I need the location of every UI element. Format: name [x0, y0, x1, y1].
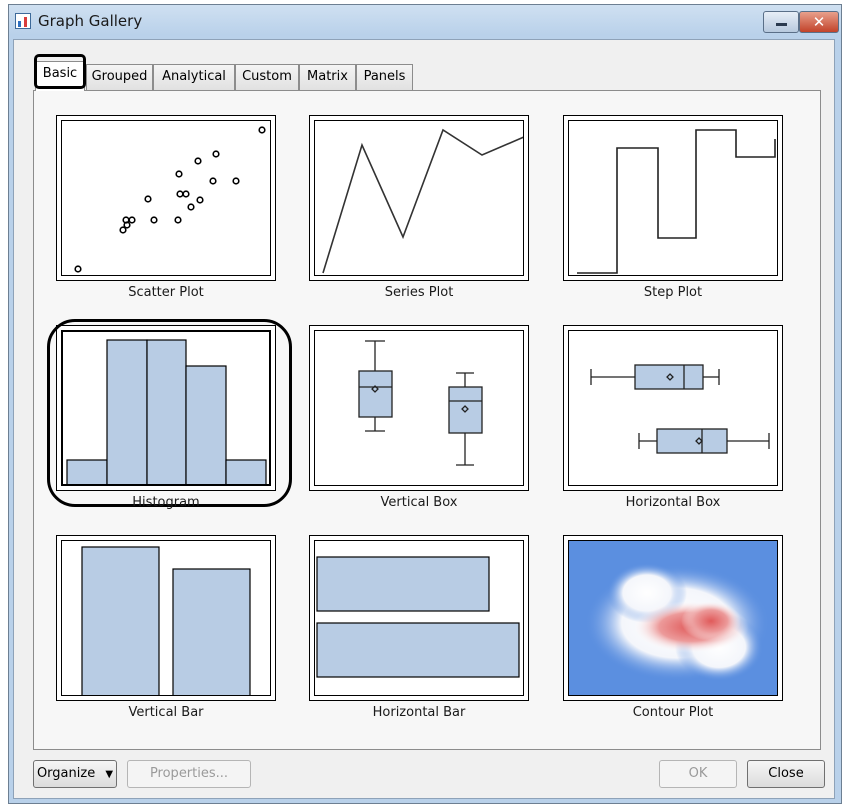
histogram-label: Histogram	[132, 495, 200, 510]
close-window-button[interactable]: ✕	[799, 11, 839, 33]
organize-button-label: Organize	[36, 766, 96, 781]
scatter-plot-thumbnail	[74, 126, 266, 273]
tab-panels[interactable]: Panels	[356, 64, 413, 90]
minimize-icon	[776, 23, 787, 26]
horizontal-bar-thumbnail	[316, 556, 520, 678]
horizontal-box-label: Horizontal Box	[625, 495, 721, 510]
vertical-bar-thumbnail	[81, 546, 251, 695]
gallery-item-scatter-plot[interactable]	[56, 115, 276, 281]
contour-plot-thumbnail	[569, 541, 777, 695]
tab-highlight-annotation	[34, 54, 86, 89]
horizontal-box-thumbnail	[590, 364, 770, 454]
window-title: Graph Gallery	[38, 12, 143, 30]
graph-gallery-app-icon	[15, 13, 31, 29]
vertical-box-thumbnail	[358, 340, 483, 466]
gallery-item-vertical-bar[interactable]	[56, 535, 276, 701]
graph-gallery-window: Graph Gallery ✕ Basic Grouped Analytical…	[8, 4, 842, 804]
title-bar: Graph Gallery ✕	[9, 5, 841, 39]
tab-analytical[interactable]: Analytical	[153, 64, 235, 90]
gallery-item-horizontal-box[interactable]	[563, 325, 783, 491]
series-plot-thumbnail	[322, 128, 523, 274]
properties-button[interactable]: Properties...	[127, 760, 251, 788]
tab-matrix[interactable]: Matrix	[299, 64, 356, 90]
dropdown-arrow-icon: ▼	[105, 769, 114, 780]
histogram-highlight-annotation	[47, 319, 292, 507]
close-button[interactable]: Close	[747, 760, 825, 788]
gallery-item-step-plot[interactable]	[563, 115, 783, 281]
tab-custom[interactable]: Custom	[235, 64, 299, 90]
gallery-panel: Scatter Plot Series Plot Step Plot Histo…	[33, 90, 821, 750]
close-icon: ✕	[812, 13, 826, 31]
gallery-item-horizontal-bar[interactable]	[309, 535, 529, 701]
organize-button[interactable]: Organize ▼	[33, 760, 117, 788]
contour-plot-label: Contour Plot	[632, 705, 714, 720]
tab-grouped[interactable]: Grouped	[86, 64, 153, 90]
gallery-item-contour-plot[interactable]	[563, 535, 783, 701]
step-plot-label: Step Plot	[643, 285, 703, 300]
minimize-button[interactable]	[763, 11, 799, 33]
gallery-item-series-plot[interactable]	[309, 115, 529, 281]
vertical-bar-label: Vertical Bar	[128, 705, 204, 720]
series-plot-label: Series Plot	[384, 285, 454, 300]
dialog-client-area: Basic Grouped Analytical Custom Matrix P…	[13, 39, 835, 799]
vertical-box-label: Vertical Box	[380, 495, 458, 510]
gallery-item-vertical-box[interactable]	[309, 325, 529, 491]
ok-button[interactable]: OK	[659, 760, 737, 788]
horizontal-bar-label: Horizontal Bar	[372, 705, 466, 720]
scatter-plot-label: Scatter Plot	[128, 285, 204, 300]
step-plot-thumbnail	[577, 129, 776, 274]
